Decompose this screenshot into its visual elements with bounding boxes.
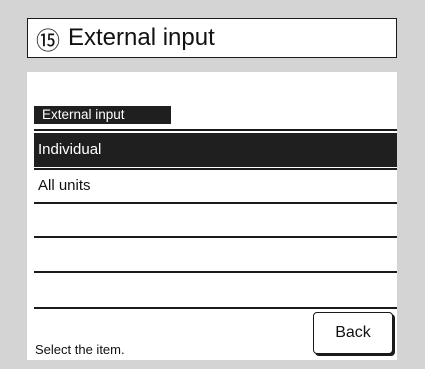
list-item-empty bbox=[34, 237, 397, 271]
list-item-all-units[interactable]: All units bbox=[34, 169, 397, 203]
list-item-empty bbox=[34, 203, 397, 237]
screen-title-bar: ⑮ External input bbox=[27, 18, 397, 58]
status-message: Select the item. bbox=[35, 342, 125, 357]
screen-title: External input bbox=[68, 24, 215, 51]
list-item-individual[interactable]: Individual bbox=[34, 133, 397, 167]
screen-number: ⑮ bbox=[36, 27, 60, 55]
section-divider bbox=[34, 129, 397, 131]
section-label: External input bbox=[34, 106, 171, 124]
content-panel: External input Individual All units Sele… bbox=[27, 72, 397, 360]
back-button[interactable]: Back bbox=[313, 312, 393, 354]
list-item-empty bbox=[34, 272, 397, 306]
list-bottom-divider bbox=[34, 307, 397, 309]
